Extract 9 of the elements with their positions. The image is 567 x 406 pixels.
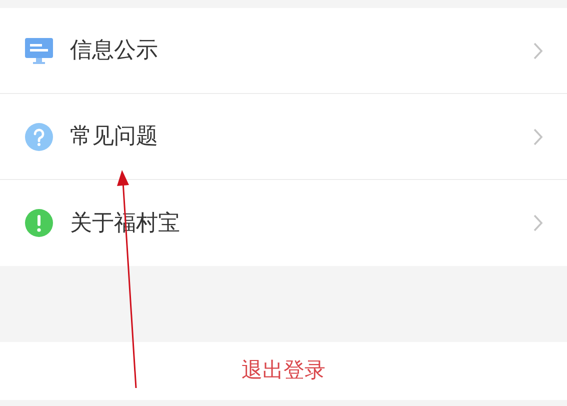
question-icon xyxy=(24,122,54,152)
chevron-icon xyxy=(533,42,543,60)
chevron-icon xyxy=(533,214,543,232)
exclamation-icon xyxy=(24,208,54,238)
menu-item[interactable]: 常见问题 xyxy=(0,94,567,180)
monitor-icon xyxy=(24,36,54,66)
logout-button[interactable]: 退出登录 xyxy=(0,342,567,400)
menu-item[interactable]: 信息公示 xyxy=(0,8,567,94)
chevron-icon xyxy=(533,128,543,146)
